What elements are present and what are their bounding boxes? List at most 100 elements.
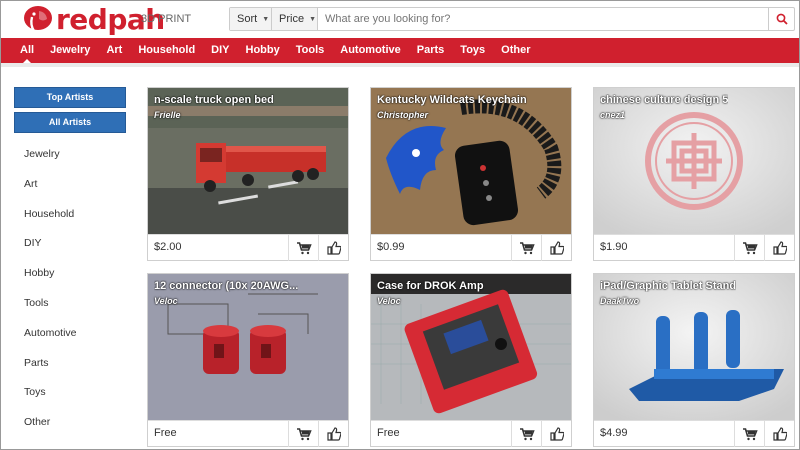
product-price: $4.99 (600, 427, 628, 439)
all-artists-button[interactable]: All Artists (14, 112, 126, 133)
sidebar-item-parts[interactable]: Parts (24, 356, 77, 386)
product-title[interactable]: 12 connector (10x 20AWG... (154, 280, 298, 292)
sidebar-item-diy[interactable]: DIY (24, 236, 77, 266)
product-image[interactable]: 12 connector (10x 20AWG... Veloc (148, 274, 348, 420)
sort-label: Sort (237, 13, 258, 25)
connector-image (148, 274, 348, 420)
sidebar-item-hobby[interactable]: Hobby (24, 266, 77, 296)
nav-item-diy[interactable]: DIY (203, 38, 237, 63)
like-button[interactable] (318, 421, 348, 447)
category-nav: All Jewelry Art Household DIY Hobby Tool… (1, 38, 799, 64)
nav-item-other[interactable]: Other (493, 38, 538, 63)
caret-down-icon: ▼ (309, 15, 316, 23)
product-title[interactable]: n-scale truck open bed (154, 94, 274, 106)
elephant-logo-icon[interactable] (23, 5, 53, 33)
nav-item-jewelry[interactable]: Jewelry (42, 38, 98, 63)
product-author[interactable]: Veloc (154, 296, 178, 306)
nav-item-parts[interactable]: Parts (409, 38, 453, 63)
like-button[interactable] (541, 421, 571, 447)
add-to-cart-button[interactable] (734, 421, 764, 447)
product-image[interactable]: n-scale truck open bed Frielle (148, 88, 348, 234)
add-to-cart-button[interactable] (288, 235, 318, 261)
product-card[interactable]: Kentucky Wildcats Keychain Christopher $… (370, 87, 572, 261)
product-footer: Free (371, 420, 571, 447)
nav-item-hobby[interactable]: Hobby (238, 38, 288, 63)
product-footer: Free (148, 420, 348, 447)
sidebar-category-list: Jewelry Art Household DIY Hobby Tools Au… (24, 147, 77, 445)
top-artists-button[interactable]: Top Artists (14, 87, 126, 108)
product-author[interactable]: cnez1 (600, 110, 625, 120)
thumbs-up-icon (772, 241, 787, 255)
add-to-cart-button[interactable] (288, 421, 318, 447)
header: redpah 3D PRINT Sort ▼ Price ▼ (1, 1, 799, 38)
sidebar-item-household[interactable]: Household (24, 207, 77, 237)
product-author[interactable]: Frielle (154, 110, 181, 120)
nav-item-automotive[interactable]: Automotive (332, 38, 409, 63)
like-button[interactable] (764, 421, 794, 447)
product-price: $0.99 (377, 241, 405, 253)
product-title[interactable]: iPad/Graphic Tablet Stand (600, 280, 736, 292)
price-label: Price (279, 13, 305, 25)
search-button[interactable] (768, 8, 794, 30)
nav-item-household[interactable]: Household (130, 38, 203, 63)
cart-icon (296, 428, 312, 441)
add-to-cart-button[interactable] (511, 421, 541, 447)
thumbs-up-icon (549, 427, 564, 441)
sort-dropdown[interactable]: Sort ▼ (230, 8, 272, 30)
caret-down-icon: ▼ (262, 15, 270, 23)
search-bar: Sort ▼ Price ▼ (229, 7, 795, 31)
sidebar-item-art[interactable]: Art (24, 177, 77, 207)
product-card[interactable]: Case for DROK Amp Veloc Free (370, 273, 572, 447)
add-to-cart-button[interactable] (511, 235, 541, 261)
product-card[interactable]: chinese culture design 5 cnez1 $1.90 (593, 87, 795, 261)
product-price: $1.90 (600, 241, 628, 253)
like-button[interactable] (764, 235, 794, 261)
add-to-cart-button[interactable] (734, 235, 764, 261)
product-image[interactable]: Case for DROK Amp Veloc (371, 274, 571, 420)
product-footer: $2.00 (148, 234, 348, 261)
search-icon (776, 13, 788, 25)
nav-item-toys[interactable]: Toys (452, 38, 493, 63)
product-price: $2.00 (154, 241, 182, 253)
product-card[interactable]: 12 connector (10x 20AWG... Veloc Free (147, 273, 349, 447)
product-author[interactable]: Veloc (377, 296, 401, 306)
cart-icon (742, 428, 758, 441)
like-button[interactable] (318, 235, 348, 261)
product-price: Free (154, 427, 177, 439)
product-title[interactable]: Kentucky Wildcats Keychain (377, 94, 527, 106)
product-footer: $1.90 (594, 234, 794, 261)
product-image[interactable]: chinese culture design 5 cnez1 (594, 88, 794, 234)
sidebar-item-jewelry[interactable]: Jewelry (24, 147, 77, 177)
thumbs-up-icon (772, 427, 787, 441)
cart-icon (519, 242, 535, 255)
product-author[interactable]: Christopher (377, 110, 428, 120)
nav-item-art[interactable]: Art (98, 38, 130, 63)
product-image[interactable]: iPad/Graphic Tablet Stand DaakTwo (594, 274, 794, 420)
sidebar-item-other[interactable]: Other (24, 415, 77, 445)
amp-case-image (371, 274, 571, 420)
product-card[interactable]: n-scale truck open bed Frielle $2.00 (147, 87, 349, 261)
product-title[interactable]: Case for DROK Amp (377, 280, 484, 292)
product-author[interactable]: DaakTwo (600, 296, 639, 306)
like-button[interactable] (541, 235, 571, 261)
product-footer: $0.99 (371, 234, 571, 261)
divider (1, 63, 799, 67)
product-footer: $4.99 (594, 420, 794, 447)
price-dropdown[interactable]: Price ▼ (272, 8, 318, 30)
product-card[interactable]: iPad/Graphic Tablet Stand DaakTwo $4.99 (593, 273, 795, 447)
product-title[interactable]: chinese culture design 5 (600, 94, 728, 106)
thumbs-up-icon (549, 241, 564, 255)
search-input[interactable] (318, 8, 768, 30)
sidebar-item-automotive[interactable]: Automotive (24, 326, 77, 356)
thumbs-up-icon (326, 427, 341, 441)
cart-icon (519, 428, 535, 441)
sidebar-item-tools[interactable]: Tools (24, 296, 77, 326)
thumbs-up-icon (326, 241, 341, 255)
nav-item-tools[interactable]: Tools (288, 38, 333, 63)
product-price: Free (377, 427, 400, 439)
cart-icon (742, 242, 758, 255)
sidebar-item-toys[interactable]: Toys (24, 385, 77, 415)
nav-item-all[interactable]: All (12, 38, 42, 64)
brand-subtitle: 3D PRINT (141, 13, 192, 25)
product-image[interactable]: Kentucky Wildcats Keychain Christopher (371, 88, 571, 234)
